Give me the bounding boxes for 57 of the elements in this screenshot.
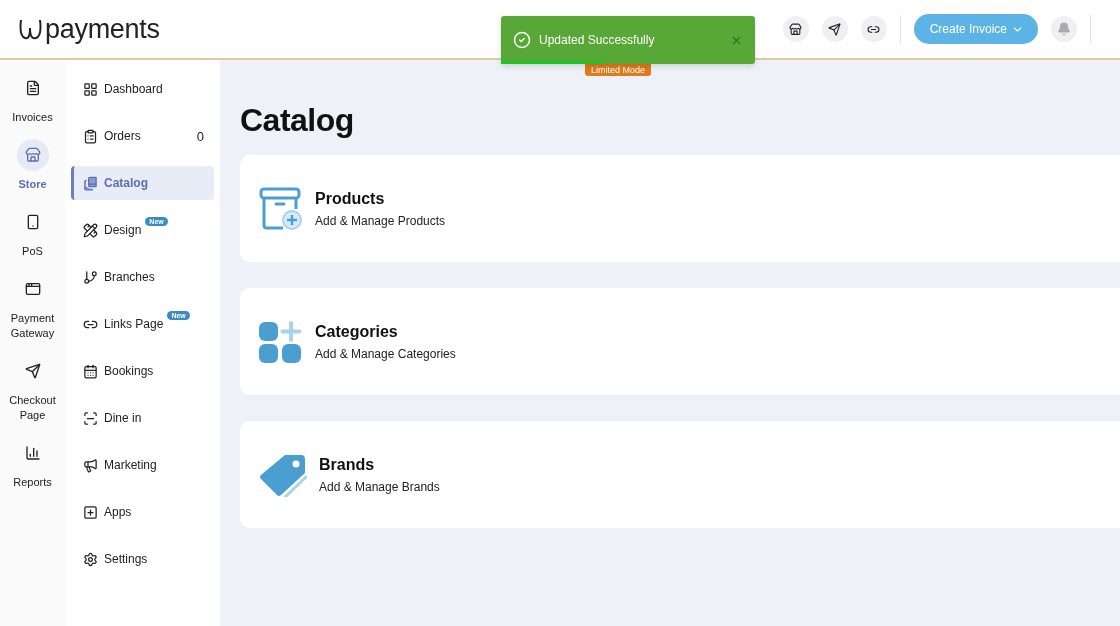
logo: payments — [18, 13, 160, 45]
branch-icon — [83, 269, 98, 285]
scan-icon — [83, 410, 98, 426]
rail-label[interactable]: PoS — [2, 244, 63, 259]
nav-label: Orders — [104, 129, 141, 143]
rail-label[interactable]: Store — [2, 177, 63, 192]
nav-label: Marketing — [104, 458, 157, 472]
nav-label: Catalog — [104, 176, 148, 190]
grid-icon — [83, 81, 98, 97]
order-count: 0 — [196, 128, 204, 144]
nav-label: Design — [104, 223, 142, 237]
calendar-icon — [83, 363, 98, 379]
card-subtitle: Add & Manage Categories — [315, 346, 456, 361]
tag-icon — [259, 452, 307, 497]
nav-item[interactable]: Apps — [71, 495, 214, 529]
card-subtitle: Add & Manage Products — [315, 213, 446, 228]
card-subtitle: Add & Manage Brands — [319, 479, 440, 494]
check-icon — [513, 31, 531, 49]
settings-icon — [83, 551, 98, 567]
store-icon[interactable] — [782, 16, 809, 42]
book-icon — [83, 175, 98, 191]
rail-label[interactable]: Payment Gateway — [2, 311, 63, 341]
rail-label[interactable]: Checkout Page — [2, 393, 63, 423]
page-title: Catalog — [240, 102, 355, 139]
nav-label: Settings — [104, 552, 148, 566]
nav-item[interactable]: Catalog — [71, 166, 214, 200]
catalog-card[interactable]: Categories Add & Manage Categories — [240, 288, 1120, 395]
card-title: Products — [315, 189, 386, 208]
nav-item[interactable]: Dashboard — [71, 72, 214, 106]
nav-label: Links Page — [104, 317, 164, 331]
box-plus-icon — [259, 186, 303, 231]
card-title: Brands — [319, 455, 376, 474]
nav-label: Dashboard — [104, 82, 163, 96]
nav-item[interactable]: Orders 0 — [71, 119, 214, 153]
clipboard-icon — [83, 128, 98, 144]
rail-label[interactable]: Reports — [2, 475, 63, 490]
catalog-card[interactable]: Brands Add & Manage Brands — [240, 421, 1120, 528]
nav-label: Branches — [104, 270, 155, 284]
nav-label: Apps — [104, 505, 132, 519]
link-icon[interactable] — [860, 16, 887, 42]
nav-label: Dine in — [104, 411, 142, 425]
paper-plane-icon[interactable] — [821, 16, 848, 42]
nav-item[interactable]: Settings — [71, 542, 214, 576]
nav-item[interactable]: Bookings — [71, 354, 214, 388]
plus-square-icon — [83, 504, 98, 520]
catalog-card[interactable]: Products Add & Manage Products — [240, 155, 1120, 262]
megaphone-icon — [83, 457, 98, 473]
rail-label[interactable]: Invoices — [2, 110, 63, 125]
toast-message: Updated Successfully — [539, 33, 656, 47]
mode-badge: Limited Mode — [585, 64, 652, 76]
nav-item[interactable]: Marketing — [71, 448, 214, 482]
category-grid-icon — [259, 319, 303, 364]
nav-item[interactable]: Branches — [71, 260, 214, 294]
pencil-ruler-icon — [83, 222, 98, 238]
nav-item[interactable]: Dine in — [71, 401, 214, 435]
card-title: Categories — [315, 322, 399, 341]
nav-label: Bookings — [104, 364, 154, 378]
